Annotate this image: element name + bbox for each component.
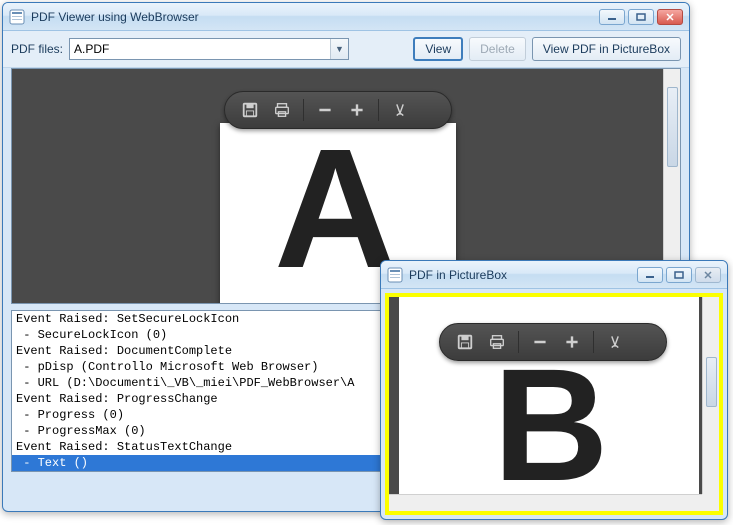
page-content-glyph: B: [493, 333, 609, 515]
app-icon: [387, 267, 403, 283]
file-select-value: A.PDF: [70, 42, 330, 56]
pdf-page: B: [399, 297, 699, 515]
zoom-in-icon[interactable]: [346, 99, 368, 121]
separator: [303, 99, 304, 121]
minimize-button[interactable]: [637, 267, 663, 283]
titlebar[interactable]: PDF in PictureBox: [381, 261, 727, 289]
print-icon[interactable]: [271, 99, 293, 121]
close-button[interactable]: [695, 267, 721, 283]
picturebox-scrollbar-v[interactable]: [702, 297, 719, 494]
save-icon[interactable]: [239, 99, 261, 121]
page-content-glyph: A: [274, 111, 397, 304]
window-title: PDF Viewer using WebBrowser: [31, 10, 599, 24]
delete-button: Delete: [469, 37, 526, 61]
picturebox[interactable]: B: [385, 293, 723, 515]
toolbar: PDF files: A.PDF ▼ View Delete View PDF …: [3, 31, 689, 68]
pdf-controls: [224, 91, 452, 129]
picturebox-window: PDF in PictureBox B: [380, 260, 728, 520]
titlebar[interactable]: PDF Viewer using WebBrowser: [3, 3, 689, 31]
app-icon: [9, 9, 25, 25]
window-controls: [599, 9, 683, 25]
close-button[interactable]: [657, 9, 683, 25]
minimize-button[interactable]: [599, 9, 625, 25]
acrobat-icon[interactable]: [389, 99, 411, 121]
file-select[interactable]: A.PDF ▼: [69, 38, 349, 60]
save-icon[interactable]: [454, 331, 476, 353]
window-controls: [637, 267, 721, 283]
window-title: PDF in PictureBox: [409, 268, 637, 282]
scrollbar-corner: [702, 494, 719, 511]
view-button[interactable]: View: [413, 37, 463, 61]
separator: [378, 99, 379, 121]
maximize-button[interactable]: [628, 9, 654, 25]
view-picturebox-button[interactable]: View PDF in PictureBox: [532, 37, 681, 61]
chevron-down-icon: ▼: [330, 39, 348, 59]
maximize-button[interactable]: [666, 267, 692, 283]
zoom-out-icon[interactable]: [314, 99, 336, 121]
pdf-files-label: PDF files:: [11, 42, 63, 56]
picturebox-scrollbar-h[interactable]: [389, 494, 702, 511]
